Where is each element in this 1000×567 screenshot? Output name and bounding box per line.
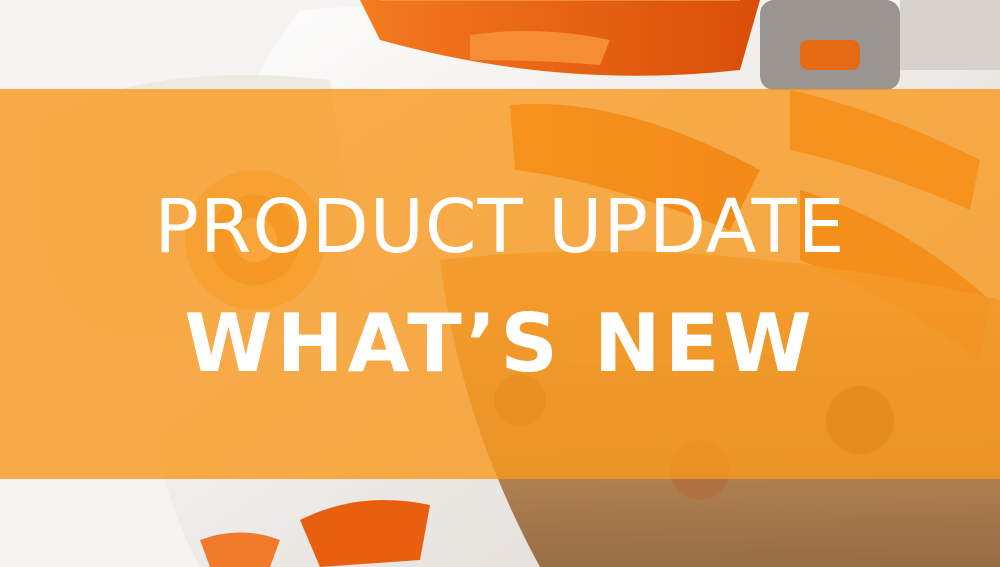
hero-image: PRODUCT UPDATE WHAT’S NEW (0, 0, 1000, 567)
banner-subtitle: WHAT’S NEW (184, 297, 816, 390)
announcement-banner: PRODUCT UPDATE WHAT’S NEW (0, 89, 1000, 479)
banner-title: PRODUCT UPDATE (154, 184, 846, 270)
